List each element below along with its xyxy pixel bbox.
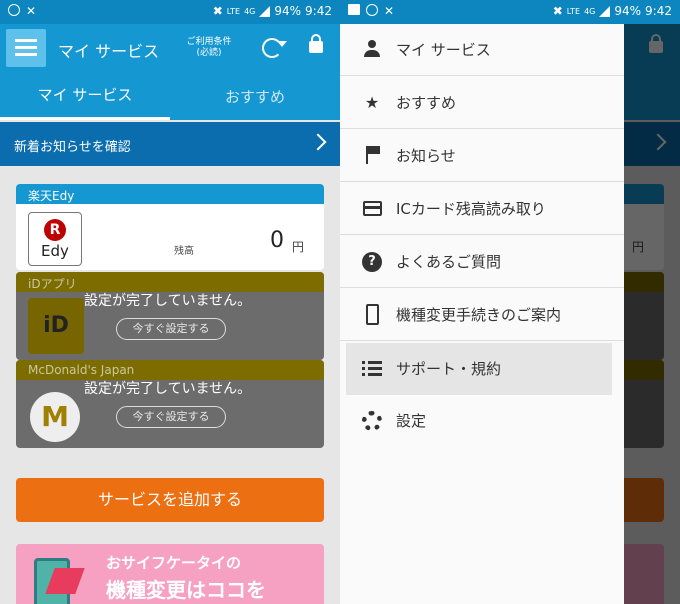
phone-icon [366, 304, 379, 325]
network-label: 4G [244, 6, 256, 16]
lock-icon[interactable] [309, 34, 323, 53]
mcdonalds-setup-message: 設定が完了していません。 [84, 381, 252, 397]
navigation-drawer: マイ サービス ★ おすすめ お知らせ ICカード残高読み取り ? よくあるご質… [340, 24, 624, 604]
drawer-screen: ✕ ✖ LTE 4G 94% 9:42 0 円 マイ サービス ★ おすすめ [340, 0, 680, 604]
mute-icon: ✖ [212, 4, 223, 18]
chevron-right-icon [309, 133, 327, 151]
mcdonalds-setup-button[interactable]: 今すぐ設定する [116, 406, 226, 428]
list-icon [362, 361, 382, 377]
drawer-item-label: サポート・規約 [396, 360, 502, 378]
id-logo: iD [28, 298, 84, 354]
missed-call-icon: ✕ [384, 4, 395, 18]
banner-line2: 機種変更はココを [106, 578, 266, 602]
image-icon [348, 4, 360, 15]
battery-level: 94% [274, 4, 302, 18]
app-bar: マイ サービス ご利用条件 (必読) [0, 24, 340, 72]
mcdonalds-card: McDonald's Japan M 設定が完了していません。 今すぐ設定する [16, 360, 324, 448]
status-bar: ✕ ✖ LTE 4G 94% 9:42 [0, 0, 340, 24]
missed-call-icon: ✕ [26, 4, 37, 18]
mute-icon: ✖ [552, 4, 563, 18]
banner-line1: おサイフケータイの [106, 554, 242, 572]
drawer-item-label: ICカード残高読み取り [396, 200, 546, 218]
tab-my-services[interactable]: マイ サービス [0, 72, 170, 120]
blocked-icon [366, 4, 378, 16]
model-change-banner[interactable]: おサイフケータイの 機種変更はココを [16, 544, 324, 604]
drawer-item-faq[interactable]: ? よくあるご質問 [340, 236, 624, 288]
balance-label: 残高 [174, 246, 194, 257]
tab-bar: マイ サービス おすすめ [0, 72, 340, 120]
balance-value: 0 [270, 228, 284, 253]
flag-icon [366, 146, 380, 164]
card-icon [363, 201, 382, 216]
edy-card-title: 楽天Edy [16, 184, 324, 204]
id-setup-button[interactable]: 今すぐ設定する [116, 318, 226, 340]
drawer-item-label: お知らせ [396, 147, 456, 165]
id-setup-message: 設定が完了していません。 [84, 293, 252, 309]
drawer-item-label: マイ サービス [396, 41, 491, 59]
lte-icon: LTE [226, 6, 241, 16]
battery-level: 94% [614, 4, 642, 18]
drawer-item-support-terms[interactable]: サポート・規約 [346, 343, 612, 395]
mcdonalds-logo: M [30, 392, 80, 442]
drawer-item-label: 機種変更手続きのご案内 [396, 306, 562, 324]
news-notice-bar[interactable]: 新着お知らせを確認 [0, 122, 340, 166]
drawer-item-settings[interactable]: 設定 [340, 395, 624, 447]
drawer-item-ic-card-reader[interactable]: ICカード残高読み取り [340, 183, 624, 235]
drawer-item-recommended[interactable]: ★ おすすめ [340, 77, 624, 129]
refresh-icon[interactable] [262, 38, 282, 58]
menu-button[interactable] [6, 29, 46, 67]
status-bar-2: ✕ ✖ LTE 4G 94% 9:42 [340, 0, 680, 24]
mcdonalds-title: McDonald's Japan [16, 360, 324, 380]
drawer-item-label: おすすめ [396, 94, 457, 112]
id-app-card: iDアプリ iD 設定が完了していません。 今すぐ設定する [16, 272, 324, 360]
help-icon: ? [362, 252, 382, 272]
signal-icon [259, 5, 271, 17]
clock: 9:42 [305, 4, 332, 18]
terms-link[interactable]: ご利用条件 (必読) [186, 37, 232, 59]
edy-logo-text: Edy [41, 242, 69, 260]
edy-logo-r: R [44, 219, 66, 241]
blocked-icon [8, 4, 20, 16]
app-title: マイ サービス [58, 42, 160, 61]
tab-recommended[interactable]: おすすめ [170, 72, 340, 120]
add-service-button[interactable]: サービスを追加する [16, 478, 324, 522]
clock: 9:42 [645, 4, 672, 18]
drawer-item-label: よくあるご質問 [396, 253, 502, 271]
main-screen: ✕ ✖ LTE 4G 94% 9:42 マイ サービス ご利用条件 (必読) マ… [0, 0, 340, 604]
star-icon: ★ [364, 93, 380, 112]
terms-line1: ご利用条件 [186, 37, 232, 47]
edy-logo: R Edy [28, 212, 82, 266]
balance-unit: 円 [292, 240, 305, 254]
lte-icon: LTE [566, 6, 581, 16]
drawer-item-notices[interactable]: お知らせ [340, 130, 624, 182]
gear-icon [362, 411, 382, 431]
signal-icon [599, 5, 611, 17]
drawer-item-model-change[interactable]: 機種変更手続きのご案内 [340, 289, 624, 341]
drawer-item-my-services[interactable]: マイ サービス [340, 24, 624, 76]
terms-line2: (必読) [196, 48, 222, 58]
edy-card[interactable]: 楽天Edy R Edy 残高 0 円 [16, 184, 324, 270]
news-notice-label: 新着お知らせを確認 [14, 140, 131, 155]
person-icon [364, 40, 380, 58]
drawer-item-label: 設定 [396, 412, 427, 430]
network-label: 4G [584, 6, 596, 16]
id-app-title: iDアプリ [16, 272, 324, 292]
